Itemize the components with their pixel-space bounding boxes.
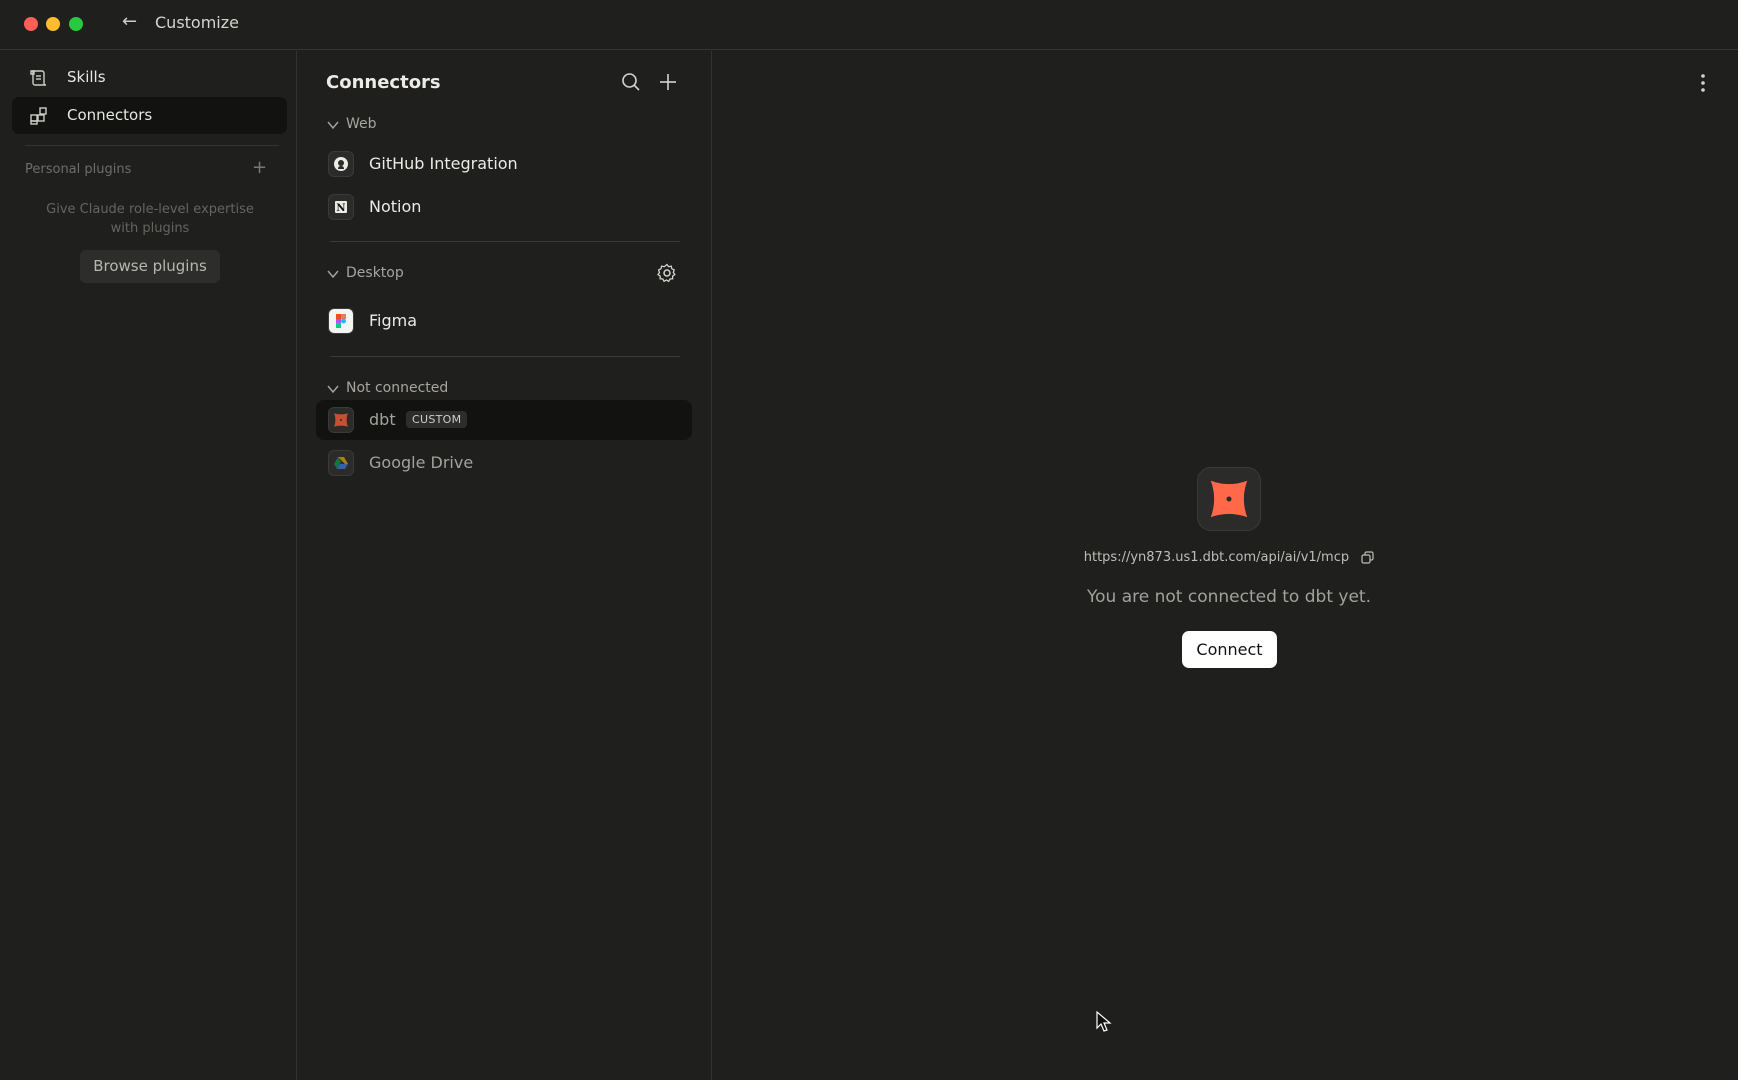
gear-icon[interactable] [656, 262, 678, 284]
mouse-cursor-icon [1096, 1011, 1112, 1032]
sidebar-item-label: Skills [67, 68, 106, 86]
server-url-row: https://yn873.us1.dbt.com/api/ai/v1/mcp [713, 550, 1738, 565]
section-divider [330, 356, 680, 357]
plugins-help-text: Give Claude role-level expertise with pl… [46, 202, 254, 236]
arrow-left-icon[interactable]: ← [122, 11, 137, 32]
sidebar-item-connectors[interactable]: Connectors [12, 97, 287, 134]
maximize-window-button[interactable] [69, 17, 83, 31]
sidebar-item-label: Connectors [67, 106, 153, 124]
dbt-icon [328, 407, 354, 433]
connector-dbt[interactable]: dbt CUSTOM [316, 400, 692, 440]
connector-label: dbt [369, 410, 396, 429]
custom-badge: CUSTOM [406, 411, 468, 428]
github-icon [328, 151, 354, 177]
window-title: Customize [155, 13, 239, 32]
chevron-down-icon [327, 270, 339, 279]
connector-figma[interactable]: Figma [316, 301, 692, 341]
dbt-logo-icon [1197, 467, 1261, 531]
skills-icon [30, 70, 47, 86]
section-divider [330, 241, 680, 242]
chevron-down-icon [327, 121, 339, 130]
google-drive-icon [328, 450, 354, 476]
connector-label: Google Drive [369, 453, 474, 472]
sidebar-item-skills[interactable]: Skills [12, 59, 287, 96]
connector-notion[interactable]: N Notion [316, 187, 692, 227]
more-options-icon[interactable] [1698, 71, 1708, 95]
connector-label: GitHub Integration [369, 154, 518, 173]
chevron-down-icon [327, 385, 339, 394]
section-label: Web [346, 116, 377, 132]
close-window-button[interactable] [24, 17, 38, 31]
plus-icon[interactable] [657, 71, 679, 93]
connector-label: Figma [369, 311, 418, 330]
minimize-window-button[interactable] [46, 17, 60, 31]
connector-detail: https://yn873.us1.dbt.com/api/ai/v1/mcp … [713, 51, 1738, 1080]
connector-label: Notion [369, 197, 422, 216]
notion-icon: N [328, 194, 354, 220]
connect-button[interactable]: Connect [1182, 631, 1277, 668]
search-icon[interactable] [620, 71, 642, 93]
personal-plugins-heading: Personal plugins [25, 162, 132, 177]
connectors-icon [30, 107, 47, 125]
connectors-panel: Connectors Web GitHub Integration N Noti… [298, 51, 712, 1080]
title-bar: ← Customize [0, 0, 1738, 50]
sidebar-divider [25, 145, 279, 146]
connector-google-drive[interactable]: Google Drive [316, 443, 692, 483]
section-label: Not connected [346, 380, 449, 396]
copy-icon[interactable] [1361, 551, 1374, 564]
panel-title: Connectors [326, 72, 441, 93]
svg-text:N: N [336, 203, 345, 214]
figma-icon [328, 308, 354, 334]
server-url[interactable]: https://yn873.us1.dbt.com/api/ai/v1/mcp [1084, 550, 1349, 565]
app-window: ← Customize Skills Connectors Personal p… [0, 0, 1738, 1080]
browse-plugins-button[interactable]: Browse plugins [80, 250, 220, 283]
add-plugin-icon[interactable]: + [252, 157, 267, 178]
section-label: Desktop [346, 265, 404, 281]
connection-status-message: You are not connected to dbt yet. [1087, 587, 1371, 607]
connector-github[interactable]: GitHub Integration [316, 144, 692, 184]
sidebar: Skills Connectors Personal plugins + Giv… [0, 51, 297, 1080]
